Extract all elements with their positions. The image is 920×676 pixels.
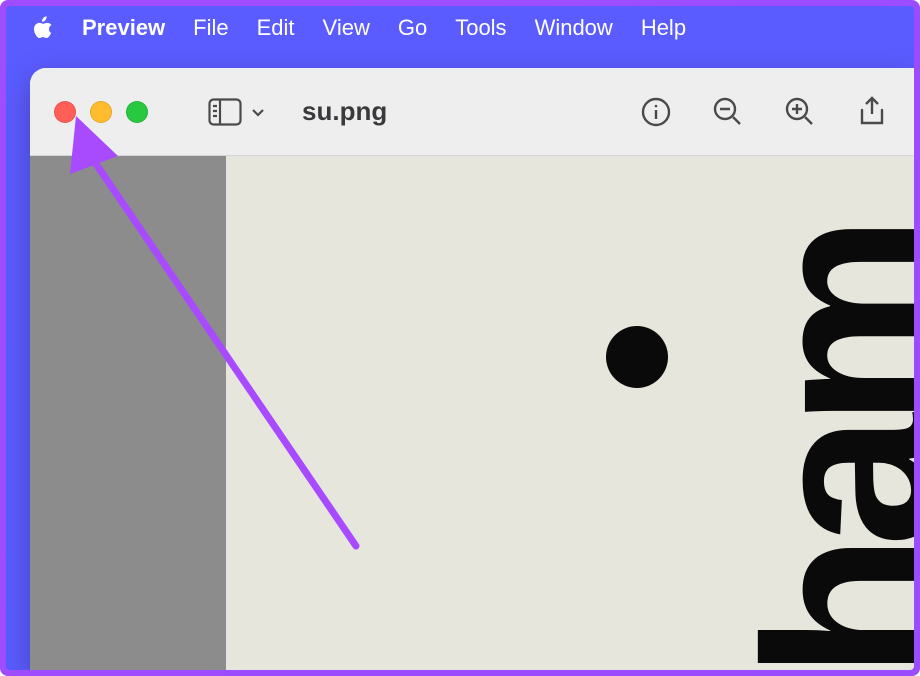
menubar: Preview File Edit View Go Tools Window H… — [6, 6, 914, 50]
minimize-button[interactable] — [90, 101, 112, 123]
menu-help[interactable]: Help — [641, 15, 686, 41]
titlebar: su.png — [30, 68, 914, 156]
traffic-lights — [54, 101, 148, 123]
menu-view[interactable]: View — [323, 15, 370, 41]
image-period-dot — [606, 326, 668, 388]
desktop-area: Preview File Edit View Go Tools Window H… — [6, 6, 914, 670]
menu-tools[interactable]: Tools — [455, 15, 506, 41]
menu-file[interactable]: File — [193, 15, 228, 41]
chevron-down-icon — [250, 104, 266, 120]
toolbar-right — [634, 90, 894, 134]
info-button[interactable] — [634, 90, 678, 134]
close-button[interactable] — [54, 101, 76, 123]
outer-frame: Preview File Edit View Go Tools Window H… — [0, 0, 920, 676]
share-button[interactable] — [850, 90, 894, 134]
window-title: su.png — [302, 96, 387, 127]
sidebar-toggle-button[interactable] — [208, 98, 266, 126]
menu-edit[interactable]: Edit — [257, 15, 295, 41]
content-area: ham — [30, 156, 914, 670]
menu-app-name[interactable]: Preview — [82, 15, 165, 41]
menu-go[interactable]: Go — [398, 15, 427, 41]
zoom-out-button[interactable] — [706, 90, 750, 134]
fullscreen-button[interactable] — [126, 101, 148, 123]
image-canvas[interactable]: ham — [226, 156, 914, 670]
thumbnail-sidebar[interactable] — [30, 156, 226, 670]
zoom-in-button[interactable] — [778, 90, 822, 134]
menu-window[interactable]: Window — [535, 15, 613, 41]
image-rotated-text: ham — [710, 228, 914, 670]
preview-window: su.png — [30, 68, 914, 670]
apple-logo-icon[interactable] — [30, 14, 54, 42]
